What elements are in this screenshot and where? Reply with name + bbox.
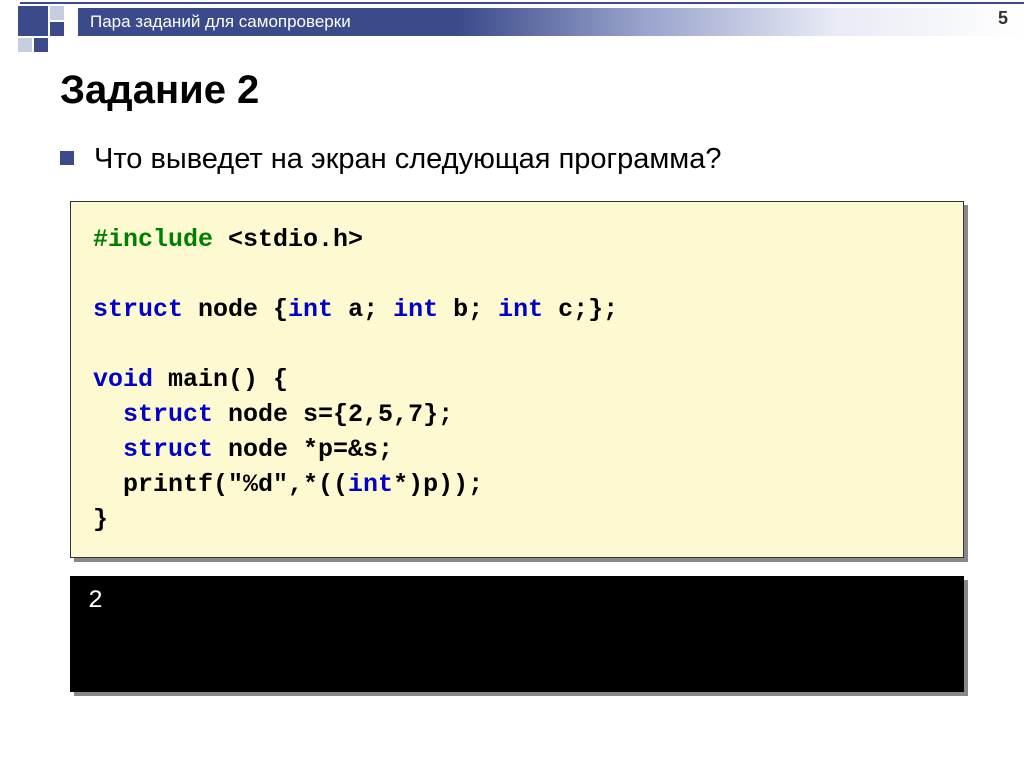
header-line xyxy=(20,2,1024,4)
question-text: Что выведет на экран следующая программа… xyxy=(94,141,722,177)
breadcrumb-text: Пара заданий для самопроверки xyxy=(90,12,351,32)
question-row: Что выведет на экран следующая программа… xyxy=(56,141,968,177)
output-text: 2 xyxy=(88,586,103,615)
code-keyword: int xyxy=(498,295,543,324)
output-block: 2 xyxy=(70,576,964,692)
bullet-icon xyxy=(60,151,74,165)
code-text: <stdio.h> xyxy=(213,225,363,254)
code-keyword: int xyxy=(288,295,333,324)
code-text: printf("%d",*(( xyxy=(93,470,348,499)
slide-header: Пара заданий для самопроверки 5 xyxy=(0,0,1024,36)
logo-squares xyxy=(18,6,70,58)
code-keyword: struct xyxy=(123,435,213,464)
code-text: node *p=&s; xyxy=(213,435,393,464)
code-keyword: void xyxy=(93,365,153,394)
breadcrumb-bar: Пара заданий для самопроверки xyxy=(78,8,1024,36)
code-text: *)p)); xyxy=(393,470,483,499)
code-keyword: int xyxy=(393,295,438,324)
code-text: node s={2,5,7}; xyxy=(213,400,453,429)
code-text: c;}; xyxy=(543,295,618,324)
slide-title: Задание 2 xyxy=(60,68,968,113)
slide-content: Задание 2 Что выведет на экран следующая… xyxy=(0,36,1024,692)
code-text: node { xyxy=(183,295,288,324)
code-keyword: struct xyxy=(123,400,213,429)
code-text: } xyxy=(93,505,108,534)
code-text: main() { xyxy=(153,365,288,394)
code-text: b; xyxy=(438,295,498,324)
code-text: a; xyxy=(333,295,393,324)
code-keyword: struct xyxy=(93,295,183,324)
code-keyword: int xyxy=(348,470,393,499)
page-number: 5 xyxy=(998,8,1008,29)
code-keyword: #include xyxy=(93,225,213,254)
code-block: #include <stdio.h> struct node {int a; i… xyxy=(70,201,964,558)
